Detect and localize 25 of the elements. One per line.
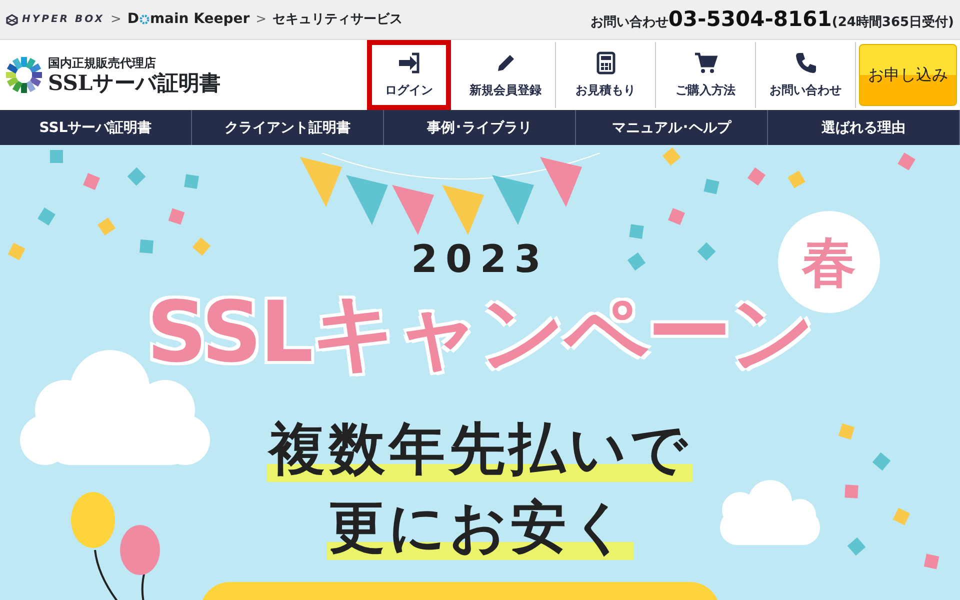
- breadcrumb-separator: >: [256, 10, 267, 29]
- contact-label: お問い合わせ: [590, 14, 668, 32]
- confetti-piece: [137, 237, 156, 256]
- campaign-year: 2023: [411, 240, 549, 278]
- logo-tagline: 国内正規販売代理店: [48, 56, 157, 71]
- cube-logo-icon: [6, 14, 18, 26]
- phone-icon: [794, 51, 818, 75]
- breadcrumb-current: セキュリティサービス: [272, 10, 403, 29]
- confetti-piece: [182, 172, 201, 191]
- hyper-box-link[interactable]: HYPER BOX: [6, 12, 104, 27]
- confetti-piece: [842, 482, 861, 501]
- header-link[interactable]: ログイン: [367, 40, 451, 110]
- apply-button[interactable]: お申し込み: [859, 44, 957, 106]
- confetti-piece: [47, 147, 66, 166]
- sunburst-logo-icon: [4, 55, 44, 95]
- login-arrow-icon: [397, 51, 421, 75]
- cart-icon: [694, 51, 718, 75]
- logo-title: SSLサーバ証明書: [48, 70, 221, 94]
- phone-number: 03-5304-8161: [668, 6, 832, 33]
- season-badge: 春: [778, 211, 880, 313]
- confetti-piece: [627, 222, 646, 241]
- gear-logo-icon: [138, 14, 150, 25]
- breadcrumb-separator: >: [110, 10, 122, 29]
- domain-keeper-link[interactable]: D main Keeper: [127, 9, 250, 30]
- hours-note: (24時間365日受付): [832, 14, 954, 32]
